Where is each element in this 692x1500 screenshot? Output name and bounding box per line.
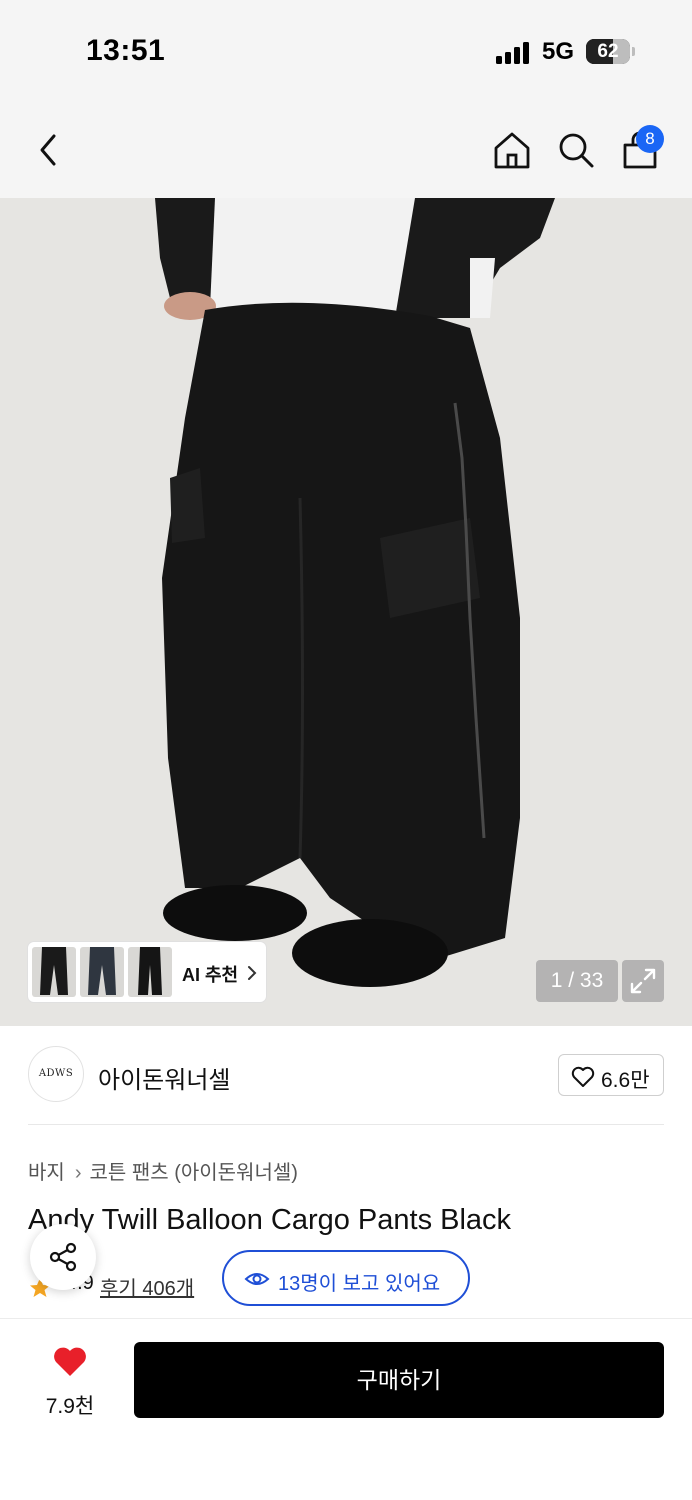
image-page-counter: 1 / 33 — [536, 960, 618, 1002]
review-count-link[interactable]: 후기 406개 — [100, 1272, 194, 1301]
share-icon — [49, 1242, 77, 1272]
signal-icon — [496, 42, 532, 64]
search-icon[interactable] — [554, 128, 598, 172]
breadcrumb: 바지 › 코튼 팬츠 (아이돈워너셀) — [28, 1156, 298, 1185]
battery-nub — [632, 47, 635, 56]
breadcrumb-item[interactable]: 코튼 팬츠 (아이돈워너셀) — [89, 1162, 297, 1184]
chevron-right-icon — [246, 964, 258, 987]
ai-recommend-label: AI 추천 — [182, 965, 239, 985]
brand-like-button[interactable]: 6.6만 — [558, 1054, 664, 1096]
heart-outline-icon — [571, 1066, 595, 1087]
chevron-left-icon[interactable] — [30, 128, 70, 172]
cart-count-badge: 8 — [636, 125, 664, 153]
product-photo — [0, 198, 692, 1026]
live-viewers-badge: 13명이 보고 있어요 — [222, 1250, 470, 1306]
wishlist-button[interactable]: 7.9천 — [34, 1340, 106, 1420]
ai-thumbnail — [80, 947, 124, 997]
product-image[interactable] — [0, 198, 692, 1026]
chevron-right-icon: › — [74, 1162, 82, 1184]
breadcrumb-item[interactable]: 바지 — [28, 1162, 65, 1184]
ai-recommend-button[interactable]: AI 추천 — [28, 942, 266, 1002]
home-icon[interactable] — [490, 128, 534, 172]
buy-button[interactable]: 구매하기 — [134, 1342, 664, 1418]
ai-thumbnail — [128, 947, 172, 997]
brand-name[interactable]: 아이돈워너셀 — [98, 1060, 230, 1095]
wishlist-count: 7.9천 — [45, 1395, 95, 1418]
live-viewers-text: 13명이 보고 있어요 — [278, 1273, 441, 1295]
divider — [28, 1124, 664, 1125]
brand-logo[interactable]: ADWS — [28, 1046, 84, 1102]
brand-like-count: 6.6만 — [601, 1069, 650, 1092]
share-button[interactable] — [30, 1224, 96, 1290]
battery-level: 62 — [597, 41, 619, 62]
ai-thumbnail — [32, 947, 76, 997]
heart-filled-icon — [54, 1347, 86, 1376]
top-nav-bar — [0, 100, 692, 198]
network-type: 5G — [542, 38, 575, 65]
status-time: 13:51 — [86, 34, 166, 67]
battery-icon: 62 — [586, 39, 630, 64]
eye-icon — [244, 1273, 270, 1285]
expand-icon[interactable] — [622, 960, 664, 1002]
product-title: Andy Twill Balloon Cargo Pants Black — [28, 1204, 512, 1236]
status-bar: 13:51 5G 62 — [0, 0, 692, 100]
